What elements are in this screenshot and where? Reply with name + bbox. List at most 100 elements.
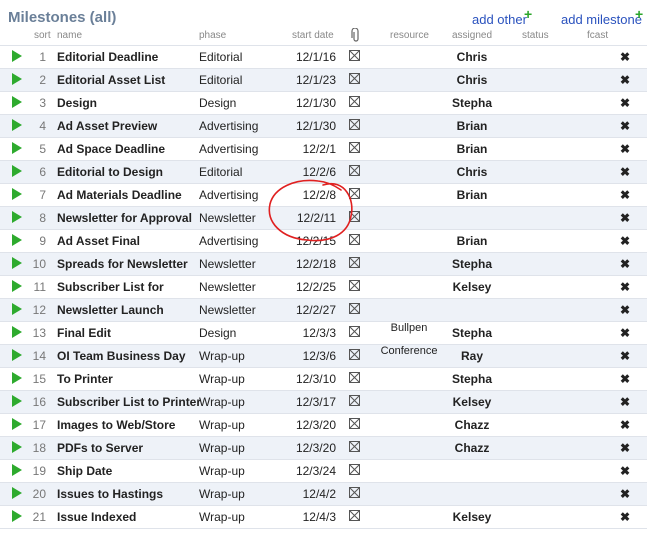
milestone-name[interactable]: Editorial Deadline: [57, 50, 158, 64]
table-row[interactable]: 16 Subscriber List to Printer Wrap-up 12/3/…: [0, 390, 647, 413]
start-date[interactable]: 12/1/16: [280, 50, 336, 64]
play-icon[interactable]: [12, 326, 22, 338]
milestone-name[interactable]: Ad Asset Final: [57, 234, 140, 248]
play-icon[interactable]: [12, 441, 22, 453]
assigned-user[interactable]: Brian: [441, 188, 503, 202]
milestone-name[interactable]: Newsletter Launch: [57, 303, 164, 317]
checkbox-icon[interactable]: [349, 464, 360, 475]
start-date[interactable]: 12/3/17: [280, 395, 336, 409]
column-phase[interactable]: phase: [199, 30, 226, 41]
table-row[interactable]: 9 Ad Asset Final Advertising 12/2/15 Brian ✖: [0, 229, 647, 252]
start-date[interactable]: 12/4/3: [280, 510, 336, 524]
milestone-name[interactable]: OI Team Business Day: [57, 349, 186, 363]
delete-icon[interactable]: ✖: [620, 96, 630, 110]
milestone-name[interactable]: Issue Indexed: [57, 510, 136, 524]
milestone-name[interactable]: To Printer: [57, 372, 113, 386]
delete-icon[interactable]: ✖: [620, 119, 630, 133]
checkbox-icon[interactable]: [349, 441, 360, 452]
start-date[interactable]: 12/3/6: [280, 349, 336, 363]
milestone-name[interactable]: Images to Web/Store: [57, 418, 175, 432]
assigned-user[interactable]: Brian: [441, 119, 503, 133]
table-row[interactable]: 21 Issue Indexed Wrap-up 12/4/3 Kelsey ✖: [0, 505, 647, 528]
milestone-name[interactable]: Subscriber List to Printer: [57, 395, 201, 409]
assigned-user[interactable]: Kelsey: [441, 280, 503, 294]
start-date[interactable]: 12/1/30: [280, 96, 336, 110]
add-milestone-link[interactable]: add milestone +: [561, 6, 643, 27]
milestone-name[interactable]: Ad Space Deadline: [57, 142, 165, 156]
table-row[interactable]: 10 Spreads for Newsletter Newsletter 12/2/1…: [0, 252, 647, 275]
delete-icon[interactable]: ✖: [620, 303, 630, 317]
start-date[interactable]: 12/2/11: [280, 211, 336, 225]
delete-icon[interactable]: ✖: [620, 165, 630, 179]
checkbox-icon[interactable]: [349, 395, 360, 406]
checkbox-icon[interactable]: [349, 50, 360, 61]
delete-icon[interactable]: ✖: [620, 349, 630, 363]
checkbox-icon[interactable]: [349, 510, 360, 521]
play-icon[interactable]: [12, 349, 22, 361]
start-date[interactable]: 12/2/6: [280, 165, 336, 179]
play-icon[interactable]: [12, 418, 22, 430]
milestone-name[interactable]: Spreads for Newsletter: [57, 257, 188, 271]
table-row[interactable]: 1 Editorial Deadline Editorial 12/1/16 Chris…: [0, 45, 647, 68]
delete-icon[interactable]: ✖: [620, 211, 630, 225]
assigned-user[interactable]: Chazz: [441, 441, 503, 455]
assigned-user[interactable]: Stepha: [441, 96, 503, 110]
column-name[interactable]: name: [57, 30, 82, 41]
table-row[interactable]: 14 OI Team Business Day Wrap-up 12/3/6 Confe…: [0, 344, 647, 367]
column-sort[interactable]: sort: [34, 30, 51, 41]
delete-icon[interactable]: ✖: [620, 395, 630, 409]
table-row[interactable]: 4 Ad Asset Preview Advertising 12/1/30 Brian…: [0, 114, 647, 137]
delete-icon[interactable]: ✖: [620, 372, 630, 386]
start-date[interactable]: 12/1/30: [280, 119, 336, 133]
delete-icon[interactable]: ✖: [620, 257, 630, 271]
milestone-name[interactable]: Final Edit: [57, 326, 111, 340]
table-row[interactable]: 2 Editorial Asset List Editorial 12/1/23 Chr…: [0, 68, 647, 91]
column-start-date[interactable]: start date: [292, 30, 334, 41]
play-icon[interactable]: [12, 50, 22, 62]
assigned-user[interactable]: Stepha: [441, 257, 503, 271]
checkbox-icon[interactable]: [349, 418, 360, 429]
table-row[interactable]: 17 Images to Web/Store Wrap-up 12/3/20 Chazz…: [0, 413, 647, 436]
start-date[interactable]: 12/3/10: [280, 372, 336, 386]
play-icon[interactable]: [12, 234, 22, 246]
play-icon[interactable]: [12, 487, 22, 499]
delete-icon[interactable]: ✖: [620, 418, 630, 432]
assigned-user[interactable]: Kelsey: [441, 510, 503, 524]
table-row[interactable]: 12 Newsletter Launch Newsletter 12/2/27 ✖: [0, 298, 647, 321]
assigned-user[interactable]: Chris: [441, 50, 503, 64]
assigned-user[interactable]: Stepha: [441, 326, 503, 340]
checkbox-icon[interactable]: [349, 349, 360, 360]
milestone-name[interactable]: Ad Asset Preview: [57, 119, 157, 133]
table-row[interactable]: 15 To Printer Wrap-up 12/3/10 Stepha ✖: [0, 367, 647, 390]
checkbox-icon[interactable]: [349, 257, 360, 268]
checkbox-icon[interactable]: [349, 487, 360, 498]
add-other-link[interactable]: add other +: [472, 6, 532, 27]
table-row[interactable]: 7 Ad Materials Deadline Advertising 12/2/8 B…: [0, 183, 647, 206]
column-fcast[interactable]: fcast: [587, 30, 608, 41]
delete-icon[interactable]: ✖: [620, 326, 630, 340]
milestone-name[interactable]: Ship Date: [57, 464, 112, 478]
start-date[interactable]: 12/3/20: [280, 418, 336, 432]
play-icon[interactable]: [12, 188, 22, 200]
table-row[interactable]: 11 Subscriber List for Newsletter 12/2/25 Ke…: [0, 275, 647, 298]
start-date[interactable]: 12/2/25: [280, 280, 336, 294]
assigned-user[interactable]: Chazz: [441, 418, 503, 432]
start-date[interactable]: 12/2/1: [280, 142, 336, 156]
milestone-name[interactable]: Editorial Asset List: [57, 73, 165, 87]
assigned-user[interactable]: Ray: [441, 349, 503, 363]
start-date[interactable]: 12/2/18: [280, 257, 336, 271]
play-icon[interactable]: [12, 372, 22, 384]
milestone-name[interactable]: Design: [57, 96, 97, 110]
checkbox-icon[interactable]: [349, 142, 360, 153]
checkbox-icon[interactable]: [349, 211, 360, 222]
checkbox-icon[interactable]: [349, 280, 360, 291]
assigned-user[interactable]: Kelsey: [441, 395, 503, 409]
table-row[interactable]: 13 Final Edit Design 12/3/3 Bullpen Stepha ✖: [0, 321, 647, 344]
start-date[interactable]: 12/3/3: [280, 326, 336, 340]
play-icon[interactable]: [12, 280, 22, 292]
delete-icon[interactable]: ✖: [620, 441, 630, 455]
delete-icon[interactable]: ✖: [620, 142, 630, 156]
start-date[interactable]: 12/1/23: [280, 73, 336, 87]
delete-icon[interactable]: ✖: [620, 487, 630, 501]
checkbox-icon[interactable]: [349, 119, 360, 130]
